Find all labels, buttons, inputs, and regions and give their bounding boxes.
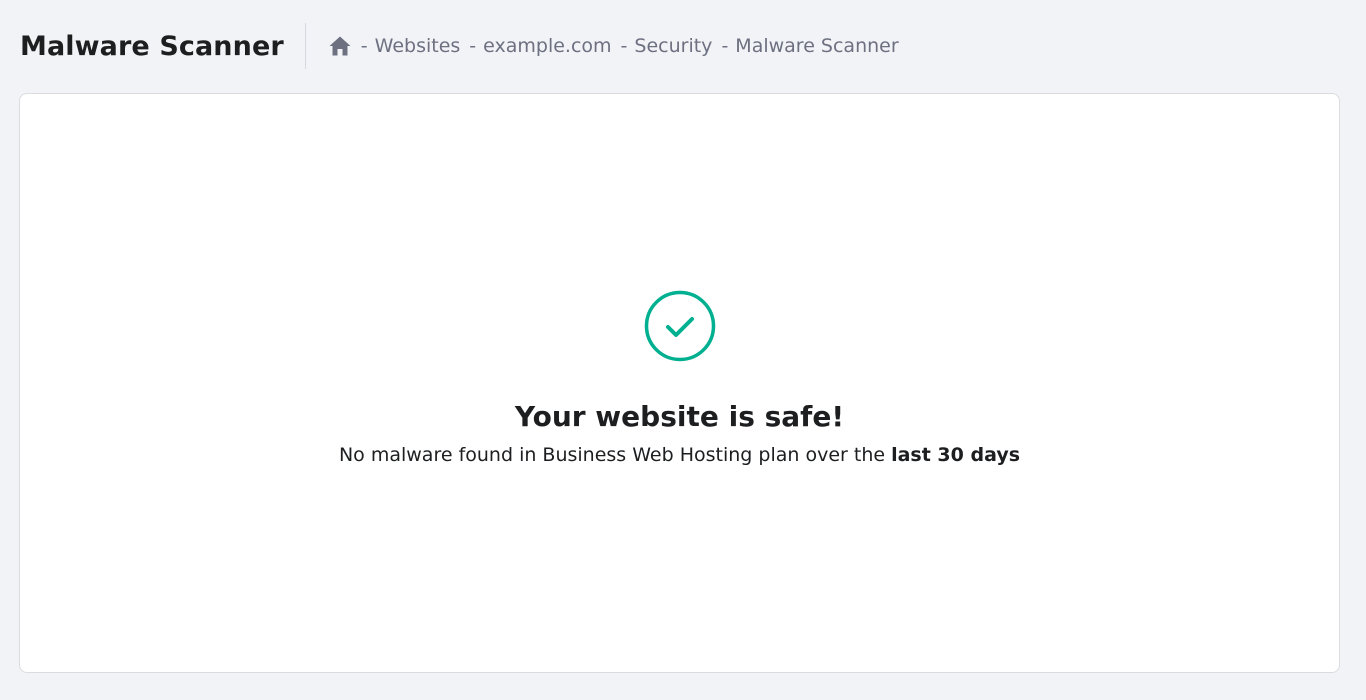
breadcrumb-separator: - (620, 35, 628, 57)
status-description: No malware found in Business Web Hosting… (339, 444, 1020, 466)
scan-status: Your website is safe! No malware found i… (20, 290, 1339, 466)
header-divider (304, 23, 306, 69)
status-description-text: No malware found in Business Web Hosting… (338, 444, 886, 466)
breadcrumb-security[interactable]: Security (634, 35, 712, 57)
page-title: Malware Scanner (20, 30, 284, 62)
page-header: Malware Scanner - Websites - example.com… (20, 22, 899, 70)
breadcrumb: - Websites - example.com - Security - Ma… (328, 35, 899, 57)
breadcrumb-separator: - (721, 35, 729, 57)
scan-result-card: Your website is safe! No malware found i… (19, 93, 1340, 673)
home-icon (328, 35, 352, 57)
status-description-period: last 30 days (891, 444, 1021, 466)
breadcrumb-malware-scanner: Malware Scanner (735, 35, 899, 57)
breadcrumb-separator: - (360, 35, 368, 57)
status-title: Your website is safe! (514, 400, 845, 433)
check-circle-icon (644, 290, 716, 362)
breadcrumb-home[interactable] (328, 35, 352, 57)
breadcrumb-domain[interactable]: example.com (483, 35, 611, 57)
breadcrumb-websites[interactable]: Websites (375, 35, 461, 57)
breadcrumb-separator: - (469, 35, 477, 57)
